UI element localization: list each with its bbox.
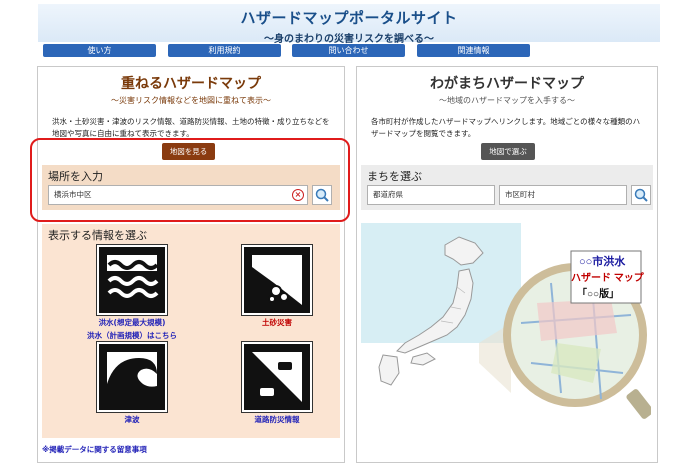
flood-planned-link[interactable]: 洪水（計画規模）はこちら: [82, 330, 182, 341]
landslide-icon: [241, 244, 313, 316]
town-select-section: まちを選ぶ 都道府県 市区町村: [361, 165, 653, 210]
panel-description: 洪水・土砂災害・津波のリスク情報、道路防災情報、土地の特徴・成り立ちなどを地図や…: [52, 117, 330, 138]
flood-label[interactable]: 洪水(想定最大規模): [82, 317, 182, 328]
info-select-section: 表示する情報を選ぶ 洪水(想定最大規模) 洪水（計画規模）はこちら 土砂災害 津…: [42, 224, 340, 438]
nav-terms-button[interactable]: 利用規約: [168, 44, 281, 57]
road-label[interactable]: 道路防災情報: [227, 414, 327, 425]
panel-subtitle: ～災害リスク情報などを地図に重ねて表示～: [111, 96, 271, 105]
local-hazard-map-panel: わがまちハザードマップ ～地域のハザードマップを入手する～ 各市町村が作成したハ…: [356, 66, 658, 463]
magnifier-title-1: ○○市洪水: [579, 254, 626, 268]
site-subtitle: ～身のまわりの災害リスクを調べる～: [264, 34, 434, 45]
top-nav: 使い方 利用規約 問い合わせ 関連情報: [43, 44, 655, 58]
info-select-label: 表示する情報を選ぶ: [48, 229, 147, 242]
data-notes-link[interactable]: ※掲載データに関する留意事項: [42, 444, 147, 455]
road-tile[interactable]: 道路防災情報: [227, 341, 327, 425]
nav-related-button[interactable]: 関連情報: [417, 44, 530, 57]
panel-title: 重ねるハザードマップ: [121, 76, 261, 92]
panel-title: わがまちハザードマップ: [430, 76, 584, 92]
nav-usage-button[interactable]: 使い方: [43, 44, 156, 57]
town-search-button[interactable]: [631, 185, 651, 205]
select-by-map-button[interactable]: 地図で選ぶ: [481, 143, 535, 160]
magnifier-icon: ○○市洪水 ハザード マップ 「○○版」: [503, 250, 654, 419]
tsunami-label[interactable]: 津波: [82, 414, 182, 425]
municipality-select[interactable]: 市区町村: [499, 185, 627, 205]
panel-subtitle: ～地域のハザードマップを入手する～: [439, 96, 575, 105]
tsunami-tile[interactable]: 津波: [82, 341, 182, 425]
overlay-hazard-map-panel: 重ねるハザードマップ ～災害リスク情報などを地図に重ねて表示～ 洪水・土砂災害・…: [37, 66, 345, 463]
magnifier-title-2: ハザード マップ: [571, 271, 645, 284]
japan-map-illustration[interactable]: ○○市洪水 ハザード マップ 「○○版」: [361, 223, 654, 435]
site-title: ハザードマップポータルサイト: [240, 9, 458, 27]
road-hazard-icon: [241, 341, 313, 413]
flood-icon: [96, 244, 168, 316]
magnifier-title-3: 「○○版」: [577, 287, 619, 300]
town-label: まちを選ぶ: [367, 170, 422, 183]
landslide-tile[interactable]: 土砂災害: [227, 244, 327, 328]
landslide-label[interactable]: 土砂災害: [227, 317, 327, 328]
panel-description: 各市町村が作成したハザードマップへリンクします。地域ごとの様々な種類のハザードマ…: [371, 117, 641, 138]
nav-contact-button[interactable]: 問い合わせ: [292, 44, 405, 57]
tsunami-icon: [96, 341, 168, 413]
search-icon: [634, 188, 648, 202]
flood-tile[interactable]: 洪水(想定最大規模) 洪水（計画規模）はこちら: [82, 244, 182, 341]
prefecture-select[interactable]: 都道府県: [367, 185, 495, 205]
site-header: ハザードマップポータルサイト ～身のまわりの災害リスクを調べる～: [38, 4, 660, 45]
highlight-outline: [30, 138, 350, 222]
